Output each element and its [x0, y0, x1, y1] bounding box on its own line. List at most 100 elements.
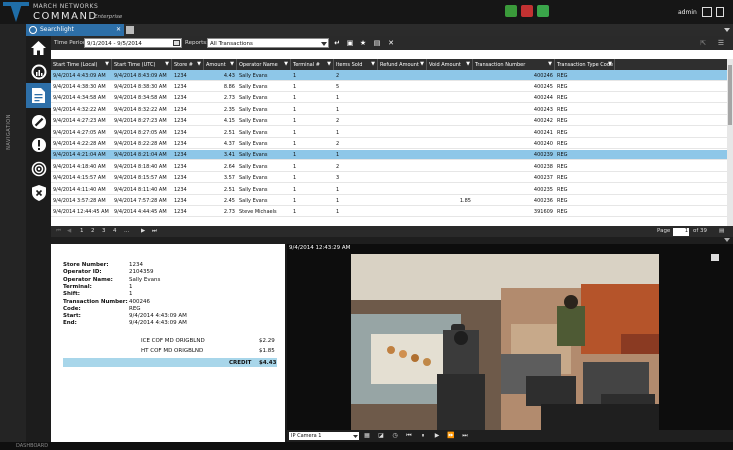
reports-document-icon[interactable]: [26, 83, 51, 108]
next-page-icon[interactable]: ▶: [141, 228, 145, 234]
column-filter-icon[interactable]: ▼: [548, 61, 552, 67]
video-fullscreen-icon[interactable]: [711, 254, 719, 261]
march-networks-logo: [3, 2, 29, 22]
clear-x-icon[interactable]: ✕: [387, 39, 395, 47]
table-row[interactable]: 9/4/2014 12:44:45 AM 9/4/2014 4:44:45 AM 1…: [51, 207, 727, 218]
column-menu-icon[interactable]: ☰: [717, 39, 725, 47]
table-row[interactable]: 9/4/2014 4:21:04 AM 9/4/2014 8:21:04 AM 12…: [51, 149, 727, 161]
skip-back-icon[interactable]: ⏮: [405, 432, 413, 440]
table-row[interactable]: 9/4/2014 4:34:58 AM 9/4/2014 8:34:58 AM 12…: [51, 93, 727, 104]
user-name[interactable]: admin: [678, 9, 697, 16]
column-header[interactable]: Transaction Number ▼: [473, 59, 555, 70]
skip-forward-icon[interactable]: ⏭: [461, 432, 469, 440]
export-icon[interactable]: ▤: [373, 39, 381, 47]
column-filter-icon[interactable]: ▼: [165, 61, 169, 67]
last-page-icon[interactable]: ⏭: [152, 228, 157, 235]
panel-splitter[interactable]: [51, 237, 733, 244]
scrollbar-thumb[interactable]: [728, 65, 732, 125]
table-cell: 1: [293, 106, 297, 113]
table-row[interactable]: 9/4/2014 4:27:23 AM 9/4/2014 8:27:23 AM 12…: [51, 116, 727, 127]
close-tab-icon[interactable]: ✕: [116, 26, 121, 33]
column-filter-icon[interactable]: ▼: [466, 61, 470, 67]
table-row[interactable]: 9/4/2014 4:15:57 AM 9/4/2014 8:15:57 AM 12…: [51, 173, 727, 184]
camera-select[interactable]: IP Camera 1: [289, 432, 359, 440]
clock-icon[interactable]: ◷: [391, 432, 399, 440]
column-filter-icon[interactable]: ▼: [230, 61, 234, 67]
alerts-icon[interactable]: [30, 136, 47, 153]
grid-scrollbar[interactable]: [727, 59, 733, 226]
column-header[interactable]: Refund Amount ▼: [378, 59, 427, 70]
chevron-down-icon[interactable]: [321, 42, 327, 46]
tab-searchlight[interactable]: Searchlight ✕: [26, 24, 124, 36]
dashboard-gauge-icon[interactable]: [30, 63, 47, 80]
calendar-icon[interactable]: [173, 40, 180, 46]
table-row[interactable]: 9/4/2014 4:32:22 AM 9/4/2014 8:32:22 AM 12…: [51, 104, 727, 115]
column-filter-icon[interactable]: ▼: [327, 61, 331, 67]
play-icon[interactable]: ▶: [433, 432, 441, 440]
pause-icon[interactable]: ⏸: [419, 432, 427, 440]
security-shield-icon[interactable]: [30, 184, 47, 201]
page-number-input[interactable]: 1: [673, 228, 689, 236]
logout-icon[interactable]: [716, 7, 724, 17]
export-page-icon[interactable]: ▤: [719, 228, 724, 234]
camera-grid-icon[interactable]: ▦: [363, 432, 371, 440]
page-link-3[interactable]: 3: [102, 228, 106, 234]
table-cell: [427, 184, 473, 194]
column-header[interactable]: Void Amount ▼: [427, 59, 473, 70]
column-header[interactable]: Start Time (UTC) ▼: [112, 59, 172, 70]
monitor-icon[interactable]: [702, 7, 712, 17]
table-cell: Sally Evans: [239, 118, 268, 125]
table-cell: 1: [336, 186, 340, 193]
table-cell: 9/4/2014 4:38:30 AM: [53, 83, 106, 90]
table-row[interactable]: 9/4/2014 4:27:05 AM 9/4/2014 8:27:05 AM 12…: [51, 127, 727, 138]
health-alert-icon[interactable]: [521, 5, 533, 17]
table-row[interactable]: 9/4/2014 4:18:40 AM 9/4/2014 8:18:40 AM 12…: [51, 161, 727, 172]
prev-page-icon[interactable]: ◀: [67, 228, 71, 234]
page-link-4[interactable]: 4: [113, 228, 117, 234]
detail-key: Terminal:: [63, 283, 92, 290]
page-link-2[interactable]: 2: [91, 228, 95, 234]
health-warning-icon[interactable]: [537, 5, 549, 17]
health-ok-icon[interactable]: [505, 5, 517, 17]
table-cell: 400244: [533, 95, 553, 102]
table-cell: 1: [336, 197, 340, 204]
column-header[interactable]: Store # ▼: [172, 59, 204, 70]
tools-icon[interactable]: [30, 113, 47, 130]
column-filter-icon[interactable]: ▼: [371, 61, 375, 67]
column-header[interactable]: Start Time (Local) ▼: [51, 59, 112, 70]
run-report-icon[interactable]: ↵: [333, 39, 341, 47]
favorite-star-icon[interactable]: ★: [359, 39, 367, 47]
new-tab-icon[interactable]: [126, 26, 134, 34]
pin-icon[interactable]: ⇱: [699, 39, 707, 47]
column-filter-icon[interactable]: ▼: [105, 61, 109, 67]
column-header[interactable]: Items Sold ▼: [334, 59, 378, 70]
column-header[interactable]: Operator Name ▼: [237, 59, 291, 70]
table-row[interactable]: 9/4/2014 4:11:40 AM 9/4/2014 8:11:40 AM 12…: [51, 184, 727, 195]
table-row[interactable]: 9/4/2014 4:22:28 AM 9/4/2014 8:22:28 AM 12…: [51, 138, 727, 149]
tab-menu-icon[interactable]: [724, 27, 730, 33]
table-row[interactable]: 9/4/2014 4:38:30 AM 9/4/2014 8:38:30 AM 12…: [51, 81, 727, 92]
detail-value: Sally Evans: [129, 276, 161, 283]
first-page-icon[interactable]: ⏮: [56, 228, 61, 235]
column-header[interactable]: Transaction Type Code ▼: [555, 59, 615, 70]
column-header[interactable]: Terminal # ▼: [291, 59, 334, 70]
time-period-input[interactable]: 9/1/2014 - 9/5/2014: [84, 38, 182, 48]
monitoring-target-icon[interactable]: [30, 160, 47, 177]
column-filter-icon[interactable]: ▼: [284, 61, 288, 67]
table-row[interactable]: 9/4/2014 3:57:28 AM 9/4/2014 7:57:28 AM 12…: [51, 195, 727, 206]
page-link-more[interactable]: ...: [124, 228, 129, 234]
column-filter-icon[interactable]: ▼: [608, 61, 612, 67]
table-row[interactable]: 9/4/2014 4:43:09 AM 9/4/2014 8:43:09 AM 12…: [51, 70, 727, 81]
reports-select[interactable]: All Transactions: [207, 38, 329, 48]
column-filter-icon[interactable]: ▼: [420, 61, 424, 67]
fast-forward-icon[interactable]: ⏩: [447, 432, 455, 440]
save-icon[interactable]: ▣: [346, 39, 354, 47]
table-cell: [378, 104, 427, 114]
column-filter-icon[interactable]: ▼: [197, 61, 201, 67]
page-link-1[interactable]: 1: [80, 228, 84, 234]
snapshot-icon[interactable]: ◪: [377, 432, 385, 440]
camera-chevron-icon[interactable]: [353, 435, 358, 438]
collapse-panel-icon[interactable]: [724, 238, 730, 243]
home-icon[interactable]: [30, 39, 47, 56]
column-header[interactable]: Amount ▼: [204, 59, 237, 70]
